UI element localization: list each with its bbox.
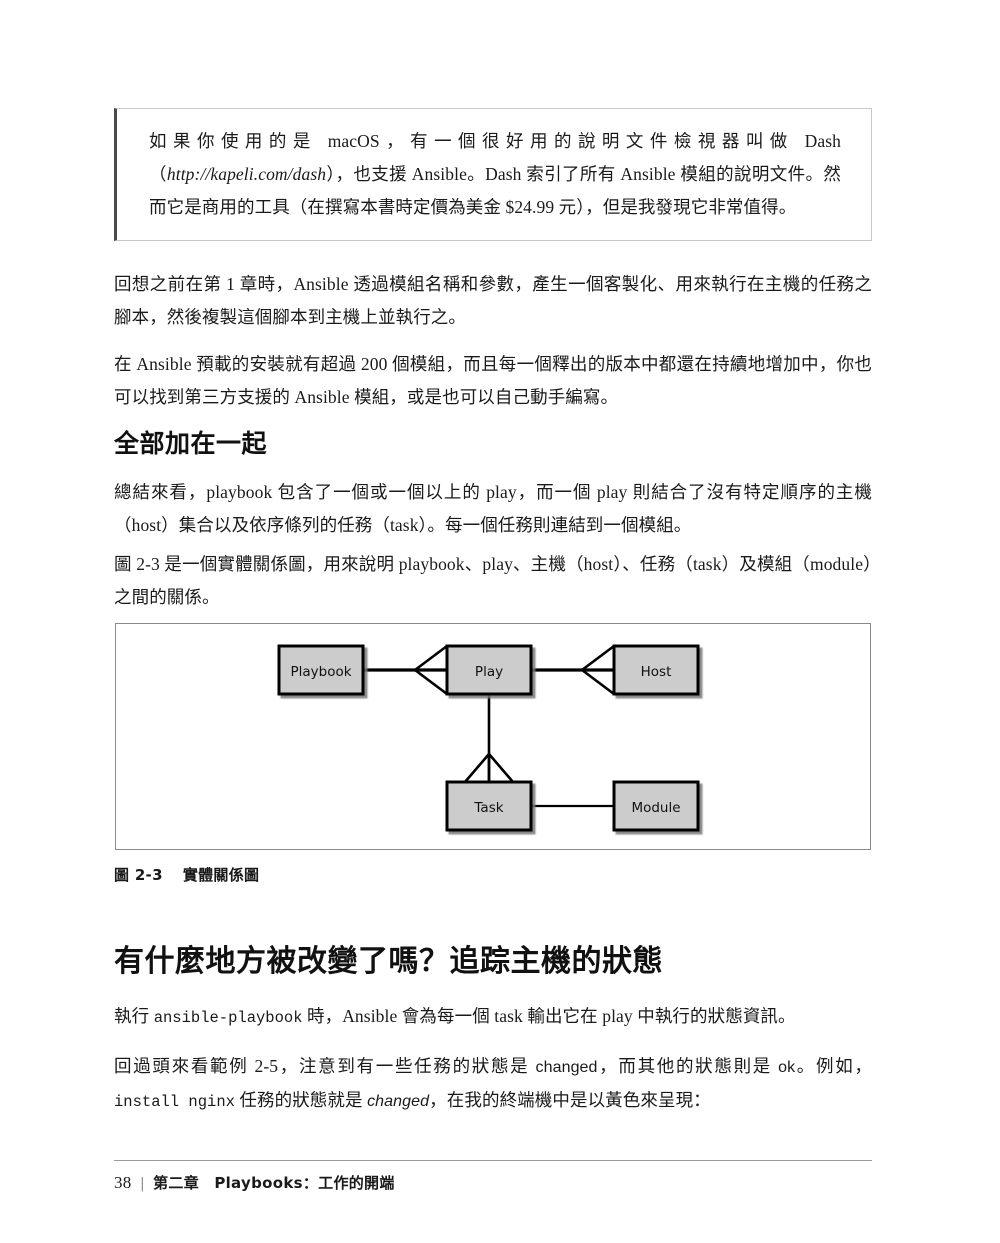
p6-text-c: 。例如， [795,1056,873,1076]
figure-2-3-frame: Playbook Play Host Task Module [115,623,871,850]
p6-text-e: ，在我的終端機中是以黃色來呈現： [429,1090,711,1110]
paragraph-recall-chapter1: 回想之前在第 1 章時，Ansible 透過模組名稱和參數，產生一個客製化、用來… [114,274,872,327]
figure-caption-title: 實體關係圖 [182,866,260,884]
footer-chapter-title: 第二章 Playbooks：工作的開端 [153,1174,395,1192]
p6-text-a: 回過頭來看範例 2-5，注意到有一些任務的狀態是 [114,1056,536,1076]
paragraph-changed-ok-status: 回過頭來看範例 2-5，注意到有一些任務的狀態是 changed，而其他的狀態則… [114,1050,872,1119]
status-ok-label: ok [778,1059,796,1076]
note-callout-box: 如果你使用的是 macOS，有一個很好用的說明文件檢視器叫做 Dash（http… [114,108,872,241]
node-label-play: Play [475,664,503,680]
node-label-module: Module [631,800,680,816]
figure-caption: 圖 2-3 實體關係圖 [114,864,259,885]
crowsfoot-play [414,644,448,696]
node-label-playbook: Playbook [290,664,351,680]
er-diagram-svg: Playbook Play Host Task Module [277,644,700,832]
crowsfoot-task [464,753,514,783]
paragraph-summary-playbook: 總結來看，playbook 包含了一個或一個以上的 play，而一個 play … [114,482,872,535]
document-page: 如果你使用的是 macOS，有一個很好用的說明文件檢視器叫做 Dash（http… [0,0,1000,1243]
p5-text-b: 時，Ansible 會為每一個 task 輸出它在 play 中執行的狀態資訊。 [302,1006,796,1026]
p5-text-a: 執行 [114,1006,154,1026]
status-changed-italic: changed [367,1093,430,1110]
footer-separator: | [140,1175,145,1192]
paragraph-modules-count: 在 Ansible 預載的安裝就有超過 200 個模組，而且每一個釋出的版本中都… [114,354,872,407]
node-play: Play [445,644,533,696]
status-changed-label: changed [535,1059,598,1076]
paragraph-ansible-playbook-output: 執行 ansible-playbook 時，Ansible 會為每一個 task… [114,1000,872,1035]
section-heading-putting-together: 全部加在一起 [114,429,268,458]
node-playbook: Playbook [277,644,365,696]
page-number: 38 [114,1173,132,1192]
paragraph-figure-intro: 圖 2-3 是一個實體關係圖，用來說明 playbook、play、主機（hos… [114,554,872,607]
node-label-task: Task [473,800,503,816]
p6-text-d: 任務的狀態就是 [234,1090,368,1110]
page-footer: 38 | 第二章 Playbooks：工作的開端 [114,1172,395,1193]
note-text: 如果你使用的是 macOS，有一個很好用的說明文件檢視器叫做 Dash（http… [149,125,841,224]
node-label-host: Host [641,664,672,680]
crowsfoot-host [581,644,615,696]
node-task: Task [445,780,533,832]
figure-caption-number: 圖 2-3 [114,866,163,884]
inline-code-install-nginx: install nginx [114,1093,235,1111]
main-heading-tracking-host-state: 有什麼地方被改變了嗎？追踪主機的狀態 [114,944,663,979]
footer-divider [114,1160,872,1161]
note-url-italic: http://kapeli.com/dash [166,164,327,184]
node-module: Module [612,780,700,832]
node-host: Host [612,644,700,696]
inline-code-ansible-playbook: ansible-playbook [153,1009,303,1027]
p6-text-b: ，而其他的狀態則是 [597,1056,779,1076]
